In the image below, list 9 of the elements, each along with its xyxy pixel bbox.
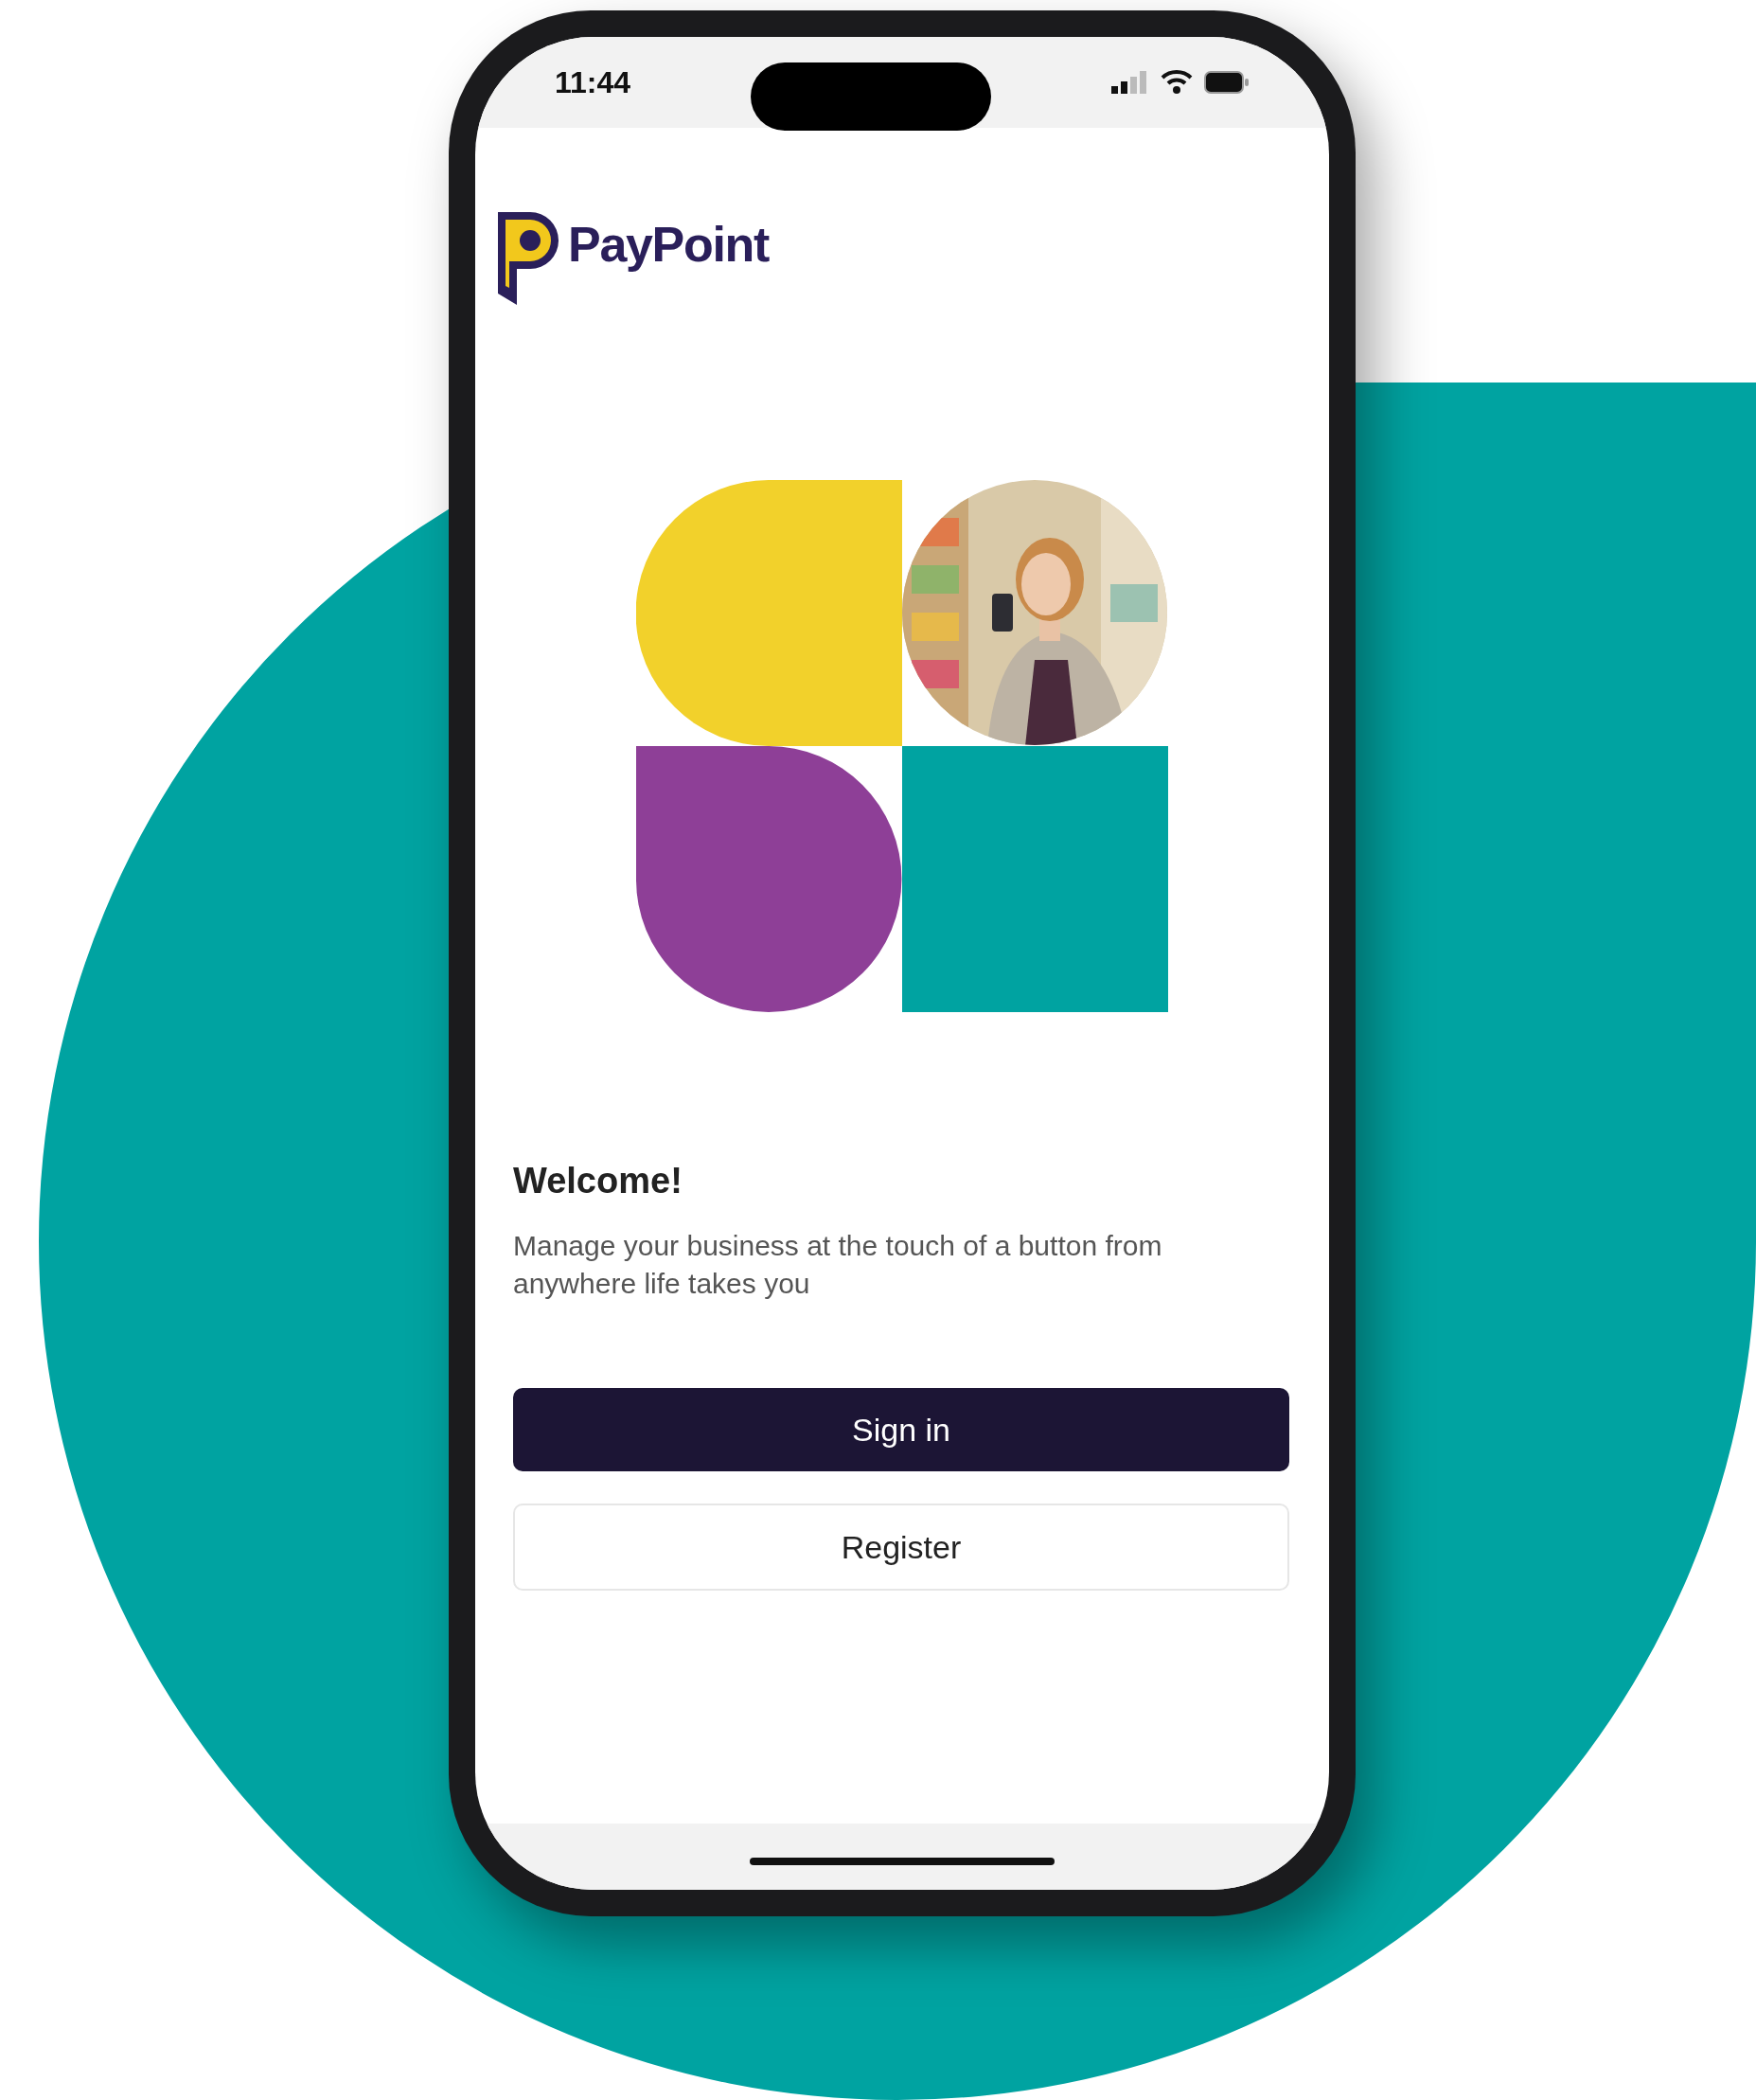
signal-icon xyxy=(1111,71,1149,94)
wifi-icon xyxy=(1161,70,1193,95)
logo-wordmark: PayPoint xyxy=(568,216,770,274)
battery-icon xyxy=(1204,71,1250,94)
status-time: 11:44 xyxy=(555,64,631,101)
welcome-title: Welcome! xyxy=(513,1160,683,1202)
sign-in-button[interactable]: Sign in xyxy=(513,1388,1289,1471)
welcome-message: Manage your business at the touch of a button from anywhere life takes you xyxy=(513,1229,1163,1301)
register-button[interactable]: Register xyxy=(513,1504,1289,1591)
